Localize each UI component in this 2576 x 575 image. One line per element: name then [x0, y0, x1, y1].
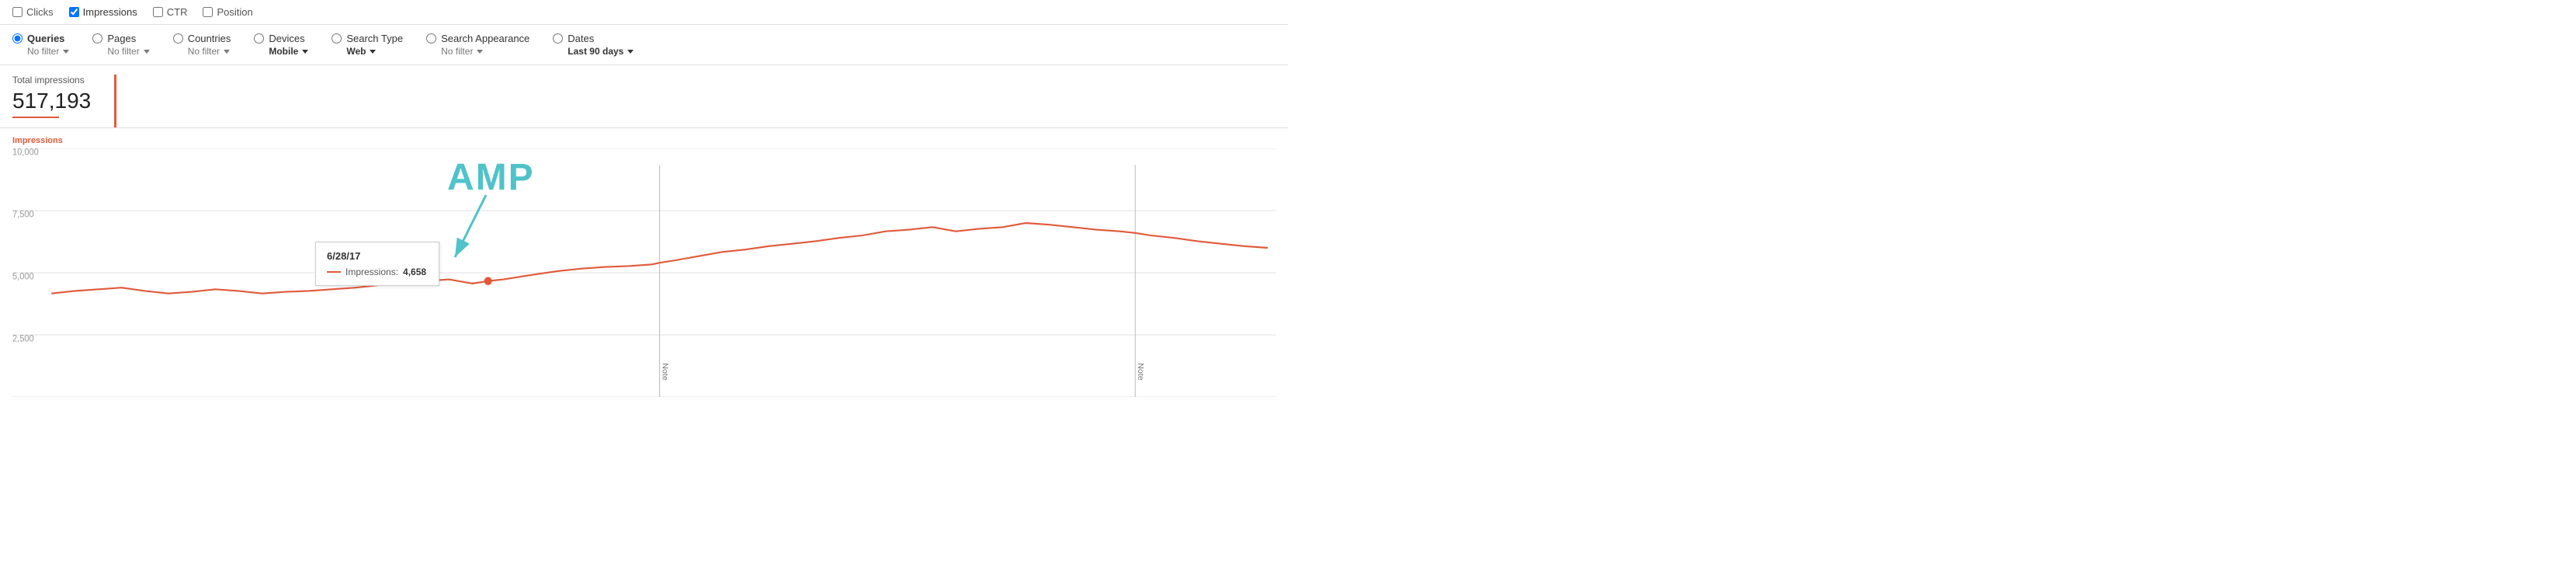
search-appearance-radio[interactable] — [426, 33, 436, 44]
stat-value: 517,193 — [12, 89, 91, 113]
countries-radio[interactable] — [173, 33, 183, 44]
search-appearance-caret — [477, 50, 483, 54]
pages-value[interactable]: No filter — [107, 46, 149, 57]
total-impressions-block: Total impressions 517,193 — [12, 75, 116, 127]
search-type-radio[interactable] — [332, 33, 342, 44]
chart-area: Impressions 10,000 7,500 5,000 2,500 Not… — [0, 128, 1288, 423]
tooltip-line-icon — [327, 271, 341, 273]
dates-value[interactable]: Last 90 days — [568, 46, 634, 57]
devices-label: Devices — [269, 33, 304, 44]
devices-value[interactable]: Mobile — [269, 46, 308, 57]
svg-text:5,000: 5,000 — [12, 272, 34, 281]
impressions-label: Impressions — [83, 6, 137, 18]
queries-label: Queries — [27, 33, 64, 44]
ctr-label: CTR — [167, 6, 188, 18]
filter-search-appearance[interactable]: Search Appearance No filter — [426, 33, 529, 57]
countries-label: Countries — [188, 33, 231, 44]
search-appearance-label: Search Appearance — [441, 33, 529, 44]
queries-value[interactable]: No filter — [27, 46, 69, 57]
filter-countries[interactable]: Countries No filter — [173, 33, 231, 57]
impressions-checkbox-input[interactable] — [69, 7, 79, 17]
pages-caret — [144, 50, 150, 54]
clicks-checkbox-input[interactable] — [12, 7, 23, 17]
search-type-value[interactable]: Web — [346, 46, 376, 57]
svg-text:7,500: 7,500 — [12, 210, 34, 219]
dates-caret — [627, 50, 634, 54]
search-type-caret — [370, 50, 376, 54]
filter-dates[interactable]: Dates Last 90 days — [553, 33, 634, 57]
search-type-label: Search Type — [346, 33, 403, 44]
tooltip-metric: Impressions: 4,658 — [327, 267, 428, 277]
pages-label: Pages — [107, 33, 136, 44]
ctr-checkbox[interactable]: CTR — [153, 6, 188, 18]
tooltip-metric-value: 4,658 — [403, 267, 426, 277]
countries-caret — [224, 50, 230, 54]
stat-underline — [12, 117, 59, 118]
clicks-label: Clicks — [26, 6, 54, 18]
search-appearance-value[interactable]: No filter — [441, 46, 483, 57]
pages-radio[interactable] — [92, 33, 102, 44]
clicks-checkbox[interactable]: Clicks — [12, 6, 54, 18]
svg-text:Note: Note — [661, 363, 669, 381]
chart-container: 10,000 7,500 5,000 2,500 Note Note AMP — [12, 148, 1276, 397]
y-axis-label: Impressions — [12, 136, 1276, 145]
dates-radio[interactable] — [553, 33, 563, 44]
devices-caret — [302, 50, 308, 54]
tooltip-date: 6/28/17 — [327, 250, 428, 262]
position-checkbox-input[interactable] — [203, 7, 213, 17]
tooltip-dot — [484, 277, 492, 285]
position-checkbox[interactable]: Position — [203, 6, 252, 18]
filter-row: Queries No filter Pages No filter Countr… — [0, 25, 1288, 65]
tooltip-box: 6/28/17 Impressions: 4,658 — [315, 242, 439, 286]
ctr-checkbox-input[interactable] — [153, 7, 163, 17]
stat-label: Total impressions — [12, 75, 91, 85]
devices-radio[interactable] — [254, 33, 264, 44]
filter-pages[interactable]: Pages No filter — [92, 33, 149, 57]
position-label: Position — [217, 6, 252, 18]
countries-value[interactable]: No filter — [188, 46, 230, 57]
chart-svg: 10,000 7,500 5,000 2,500 Note Note — [12, 148, 1276, 397]
impressions-checkbox[interactable]: Impressions — [69, 6, 137, 18]
stats-row: Total impressions 517,193 — [0, 65, 1288, 128]
queries-caret — [63, 50, 69, 54]
queries-radio[interactable] — [12, 33, 23, 44]
filter-search-type[interactable]: Search Type Web — [332, 33, 403, 57]
svg-text:Note: Note — [1136, 363, 1144, 381]
filter-devices[interactable]: Devices Mobile — [254, 33, 308, 57]
checkbox-bar: Clicks Impressions CTR Position — [0, 0, 1288, 25]
svg-text:2,500: 2,500 — [12, 334, 34, 343]
tooltip-metric-label: Impressions: — [345, 267, 398, 277]
filter-queries[interactable]: Queries No filter — [12, 33, 69, 57]
svg-text:10,000: 10,000 — [12, 148, 39, 158]
dates-label: Dates — [568, 33, 594, 44]
